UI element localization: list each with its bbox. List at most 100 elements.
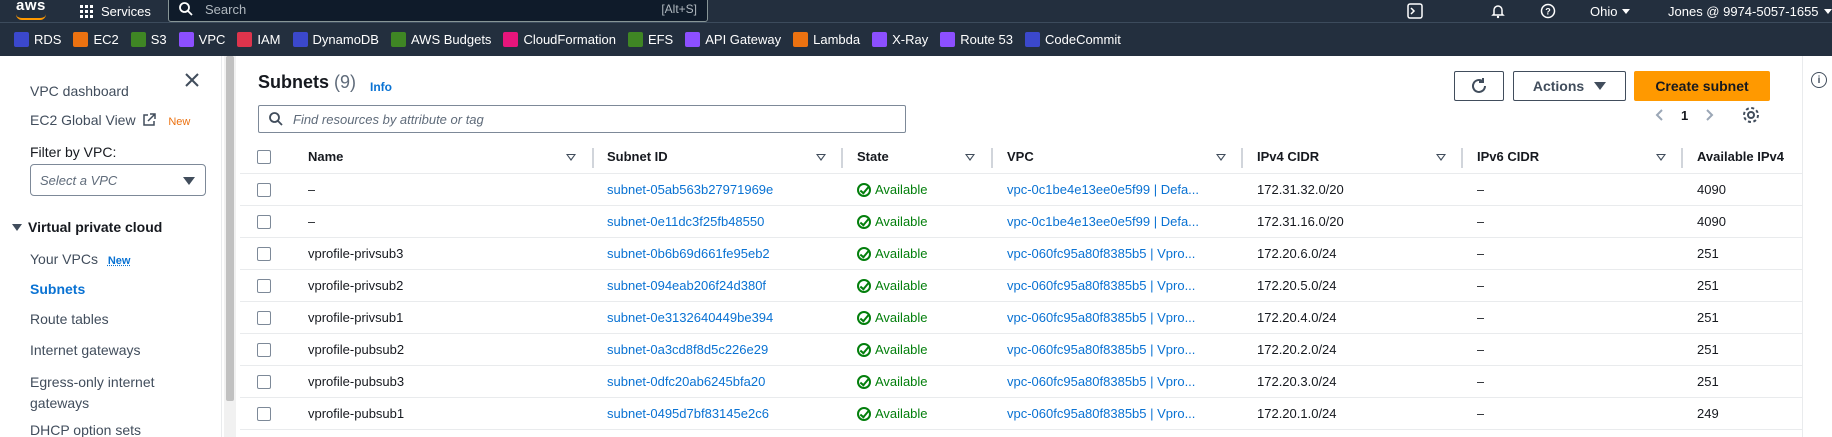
favorite-iam[interactable]: IAM	[237, 32, 280, 47]
cell-subnet-id[interactable]: subnet-094eab206f24d380f	[607, 278, 766, 293]
row-checkbox[interactable]	[257, 311, 271, 325]
chevron-right-icon[interactable]	[1702, 108, 1716, 122]
info-link[interactable]: Info	[370, 80, 392, 94]
cell-subnet-id[interactable]: subnet-0dfc20ab6245bfa20	[607, 374, 765, 389]
sidebar-scrollbar[interactable]	[224, 56, 236, 437]
favorite-s3[interactable]: S3	[131, 32, 167, 47]
cloudshell-button[interactable]	[1405, 0, 1425, 22]
column-resizer[interactable]	[1681, 148, 1683, 168]
sort-icon[interactable]	[1216, 154, 1226, 161]
info-icon[interactable]: i	[1811, 72, 1827, 88]
global-search-input[interactable]	[205, 2, 605, 17]
column-header-state[interactable]: State	[857, 149, 889, 164]
cell-subnet-id[interactable]: subnet-05ab563b27971969e	[607, 182, 773, 197]
cell-vpc[interactable]: vpc-0c1be4e13ee0e5f99 | Defa...	[1007, 214, 1199, 229]
close-sidebar-button[interactable]	[184, 72, 204, 92]
column-header-ipv6-cidr[interactable]: IPv6 CIDR	[1477, 149, 1539, 164]
sidebar-item-subnets[interactable]: Subnets	[30, 281, 85, 297]
cell-vpc[interactable]: vpc-060fc95a80f8385b5 | Vpro...	[1007, 246, 1195, 261]
scrollbar-thumb[interactable]	[226, 56, 234, 401]
aws-logo[interactable]: aws	[16, 0, 46, 14]
column-resizer[interactable]	[841, 148, 843, 168]
resource-filter[interactable]	[258, 105, 906, 133]
cell-subnet-id[interactable]: subnet-0e11dc3f25fb48550	[607, 214, 764, 229]
cell-subnet-id[interactable]: subnet-0b6b69d661fe95eb2	[607, 246, 770, 261]
cell-vpc[interactable]: vpc-060fc95a80f8385b5 | Vpro...	[1007, 406, 1195, 421]
row-checkbox[interactable]	[257, 215, 271, 229]
cell-vpc[interactable]: vpc-060fc95a80f8385b5 | Vpro...	[1007, 342, 1195, 357]
actions-button[interactable]: Actions	[1513, 71, 1626, 101]
table-row[interactable]: vprofile-pubsub2 subnet-0a3cd8f8d5c226e29…	[240, 334, 1832, 366]
column-header-ipv4-cidr[interactable]: IPv4 CIDR	[1257, 149, 1319, 164]
sort-icon[interactable]	[816, 154, 826, 161]
cell-vpc[interactable]: vpc-060fc95a80f8385b5 | Vpro...	[1007, 278, 1195, 293]
row-checkbox[interactable]	[257, 375, 271, 389]
column-resizer[interactable]	[592, 148, 594, 168]
sidebar-item-your-vpcs[interactable]: Your VPCs New	[30, 251, 130, 267]
column-header-name[interactable]: Name	[308, 149, 343, 164]
column-header-available-ipv4[interactable]: Available IPv4	[1697, 149, 1784, 164]
sidebar-item-dhcp-option-sets[interactable]: DHCP option sets	[30, 422, 141, 437]
sort-icon[interactable]	[566, 154, 576, 161]
column-header-subnet-id[interactable]: Subnet ID	[607, 149, 668, 164]
sort-icon[interactable]	[965, 154, 975, 161]
column-resizer[interactable]	[991, 148, 993, 168]
chevron-left-icon[interactable]	[1653, 108, 1667, 122]
refresh-button[interactable]	[1454, 71, 1504, 101]
cell-vpc[interactable]: vpc-0c1be4e13ee0e5f99 | Defa...	[1007, 182, 1199, 197]
cell-vpc[interactable]: vpc-060fc95a80f8385b5 | Vpro...	[1007, 374, 1195, 389]
row-checkbox[interactable]	[257, 183, 271, 197]
favorite-api-gateway[interactable]: API Gateway	[685, 32, 781, 47]
cell-subnet-id[interactable]: subnet-0a3cd8f8d5c226e29	[607, 342, 768, 357]
cell-vpc[interactable]: vpc-060fc95a80f8385b5 | Vpro...	[1007, 310, 1195, 325]
current-page[interactable]: 1	[1681, 108, 1688, 123]
column-header-vpc[interactable]: VPC	[1007, 149, 1034, 164]
favorite-ec2[interactable]: EC2	[73, 32, 118, 47]
favorite-vpc[interactable]: VPC	[179, 32, 226, 47]
favorite-cloudformation[interactable]: CloudFormation	[503, 32, 616, 47]
sidebar-vpc-dashboard[interactable]: VPC dashboard	[30, 83, 129, 99]
row-checkbox[interactable]	[257, 279, 271, 293]
table-row[interactable]: – subnet-05ab563b27971969e Available vpc-0c…	[240, 174, 1832, 206]
virtual-private-cloud-section[interactable]: Virtual private cloud	[12, 219, 162, 235]
column-resizer[interactable]	[1241, 148, 1243, 168]
help-button[interactable]: ?	[1538, 0, 1558, 22]
create-subnet-button[interactable]: Create subnet	[1634, 71, 1770, 101]
row-checkbox[interactable]	[257, 407, 271, 421]
favorite-budgets[interactable]: AWS Budgets	[391, 32, 491, 47]
column-resizer[interactable]	[1461, 148, 1463, 168]
vpc-filter-select[interactable]: Select a VPC	[30, 164, 206, 196]
settings-gear-icon[interactable]	[1742, 106, 1760, 124]
table-row[interactable]: vprofile-privsub2 subnet-094eab206f24d380…	[240, 270, 1832, 302]
favorite-codecommit[interactable]: CodeCommit	[1025, 32, 1121, 47]
favorite-efs[interactable]: EFS	[628, 32, 673, 47]
sort-icon[interactable]	[1656, 154, 1666, 161]
table-row[interactable]: vprofile-privsub3 subnet-0b6b69d661fe95eb…	[240, 238, 1832, 270]
select-all-checkbox[interactable]	[257, 150, 271, 164]
sidebar-ec2-global-view[interactable]: EC2 Global View New	[30, 112, 190, 128]
budgets-icon	[391, 32, 406, 47]
table-row[interactable]: vprofile-pubsub3 subnet-0dfc20ab6245bfa20…	[240, 366, 1832, 398]
account-menu[interactable]: Jones @ 9974-5057-1655	[1668, 0, 1832, 22]
favorite-lambda[interactable]: Lambda	[793, 32, 860, 47]
sort-icon[interactable]	[1436, 154, 1446, 161]
cell-subnet-id[interactable]: subnet-0495d7bf83145e2c6	[607, 406, 769, 421]
favorite-rds[interactable]: RDS	[14, 32, 61, 47]
table-row[interactable]: vprofile-privsub1 subnet-0e3132640449be39…	[240, 302, 1832, 334]
table-row[interactable]: vprofile-pubsub1 subnet-0495d7bf83145e2c6…	[240, 398, 1832, 430]
sidebar-item-egress-only-gateways[interactable]: Egress-only internet gateways	[30, 372, 180, 414]
table-row[interactable]: – subnet-0e11dc3f25fb48550 Available vpc-0c…	[240, 206, 1832, 238]
sidebar-item-route-tables[interactable]: Route tables	[30, 311, 109, 327]
notifications-button[interactable]	[1488, 0, 1508, 22]
row-checkbox[interactable]	[257, 247, 271, 261]
favorite-dynamodb[interactable]: DynamoDB	[293, 32, 379, 47]
resource-filter-input[interactable]	[293, 112, 883, 127]
row-checkbox[interactable]	[257, 343, 271, 357]
sidebar-item-internet-gateways[interactable]: Internet gateways	[30, 342, 141, 358]
favorite-xray[interactable]: X-Ray	[872, 32, 928, 47]
cell-subnet-id[interactable]: subnet-0e3132640449be394	[607, 310, 773, 325]
favorite-route53[interactable]: Route 53	[940, 32, 1013, 47]
region-selector[interactable]: Ohio	[1590, 0, 1630, 22]
global-search[interactable]: [Alt+S]	[168, 0, 708, 22]
services-menu-button[interactable]: Services	[80, 0, 151, 22]
